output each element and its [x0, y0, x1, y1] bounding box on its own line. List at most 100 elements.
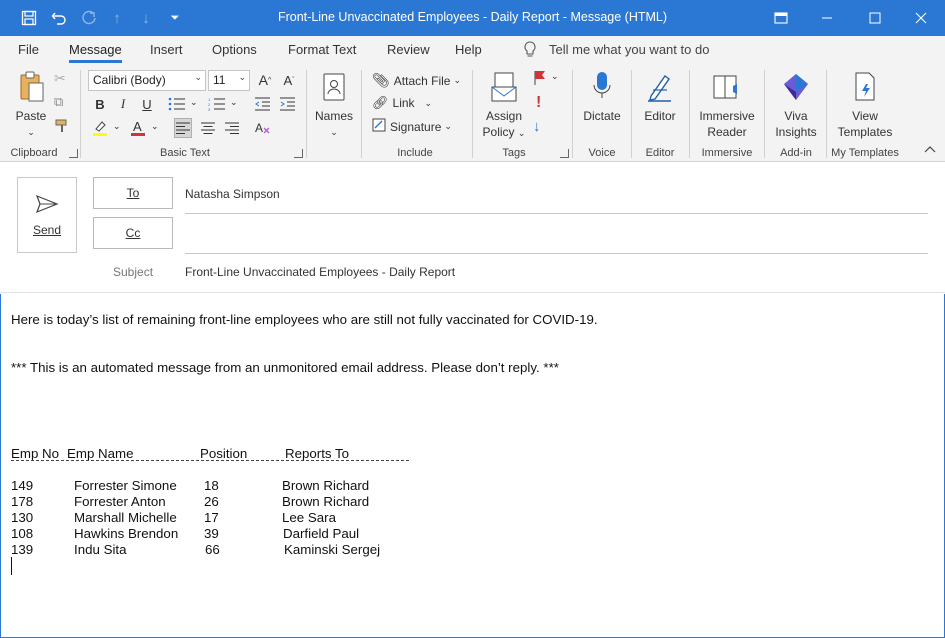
maximize-icon[interactable] — [852, 0, 898, 36]
customize-qat-icon[interactable]: ⏷ — [165, 8, 185, 28]
viva-insights-icon — [779, 68, 813, 106]
arrow-up-icon[interactable]: ↑ — [107, 8, 127, 28]
to-field[interactable]: Natasha Simpson — [185, 187, 280, 201]
italic-icon[interactable]: I — [114, 94, 132, 114]
save-icon[interactable] — [19, 8, 39, 28]
emp-no-cell: 139 — [11, 542, 34, 557]
align-center-icon[interactable] — [199, 118, 217, 138]
subject-field[interactable]: Front-Line Unvaccinated Employees - Dail… — [185, 265, 455, 279]
message-body[interactable]: Here is today’s list of remaining front-… — [0, 294, 945, 638]
svg-text:A: A — [133, 119, 142, 134]
underline-icon[interactable]: U — [138, 94, 156, 114]
minimize-icon[interactable] — [804, 0, 850, 36]
viva-insights-button[interactable]: Viva Insights — [770, 68, 822, 140]
title-bar: ↑ ↓ ⏷ Front-Line Unvaccinated Employees … — [0, 0, 945, 36]
header-emp-no: Emp No — [11, 446, 60, 461]
header-emp-name: Emp Name — [67, 446, 134, 461]
chevron-down-icon[interactable]: ⌄ — [190, 97, 198, 108]
basic-text-launcher-icon[interactable] — [294, 149, 303, 158]
assign-policy-label-line1: Assign — [485, 109, 523, 123]
font-size-combo[interactable]: 11 ⌄ — [208, 70, 250, 91]
text-cursor — [11, 557, 12, 575]
tab-review[interactable]: Review — [387, 42, 430, 57]
clipboard-launcher-icon[interactable] — [69, 149, 78, 158]
tell-me-search[interactable]: Tell me what you want to do — [549, 42, 709, 57]
chevron-down-icon[interactable]: ⌄ — [230, 97, 238, 108]
send-label: Send — [32, 222, 62, 237]
increase-indent-icon[interactable] — [279, 94, 297, 114]
compose-header: Send To Natasha Simpson Cc Subject Front… — [0, 163, 945, 293]
emp-name-cell: Forrester Simone — [74, 478, 177, 493]
emp-name-cell: Marshall Michelle — [74, 510, 177, 525]
link-button[interactable]: 🔗︎ Link ⌄ — [372, 95, 432, 111]
decrease-indent-icon[interactable] — [254, 94, 272, 114]
bullets-icon[interactable] — [168, 94, 186, 114]
high-importance-icon[interactable]: ! — [536, 94, 541, 112]
ribbon-display-options-icon[interactable] — [758, 0, 804, 36]
tab-insert[interactable]: Insert — [150, 42, 183, 57]
cc-field[interactable] — [185, 227, 928, 245]
signature-button[interactable]: Signature ⌄ — [372, 118, 452, 135]
grow-font-icon[interactable]: A ^ — [256, 70, 274, 90]
tags-launcher-icon[interactable] — [560, 149, 569, 158]
intro-text: Here is today’s list of remaining front-… — [11, 312, 598, 327]
assign-policy-button[interactable]: Assign Policy ⌄ — [480, 68, 528, 141]
cc-button[interactable]: Cc — [93, 217, 173, 249]
to-button[interactable]: To — [93, 177, 173, 209]
reports-to-cell: Lee Sara — [282, 510, 336, 525]
editor-button[interactable]: Editor — [638, 68, 682, 124]
header-reports-to: Reports To — [285, 446, 350, 461]
follow-up-flag-icon[interactable] — [533, 70, 547, 86]
svg-text:3: 3 — [208, 107, 211, 111]
cut-icon[interactable]: ✂ — [54, 70, 66, 87]
link-icon: 🔗︎ — [372, 95, 389, 110]
chevron-down-icon[interactable]: ⌄ — [113, 121, 121, 132]
signature-label: Signature — [390, 119, 442, 134]
collapse-ribbon-icon[interactable] — [924, 145, 936, 153]
include-group-label: Include — [397, 147, 433, 159]
tab-file[interactable]: File — [18, 42, 39, 57]
ribbon-separator — [631, 70, 632, 158]
dictate-button[interactable]: Dictate — [580, 68, 624, 124]
copy-icon[interactable]: ⧉ — [54, 94, 63, 110]
clear-formatting-icon[interactable]: A — [254, 118, 272, 138]
bold-icon[interactable]: B — [91, 94, 109, 114]
view-templates-button[interactable]: View Templates — [832, 68, 898, 140]
align-left-icon[interactable] — [174, 118, 192, 138]
undo-icon[interactable] — [49, 8, 69, 28]
close-icon[interactable] — [898, 0, 944, 36]
chevron-down-icon: ⌄ — [453, 75, 462, 85]
tab-options[interactable]: Options — [212, 42, 257, 57]
font-color-icon[interactable]: A — [129, 118, 147, 138]
shrink-font-icon[interactable]: Aˇ — [280, 70, 298, 90]
chevron-down-icon: ⌄ — [238, 72, 246, 82]
svg-text:A: A — [255, 121, 263, 135]
tab-help[interactable]: Help — [455, 42, 482, 57]
window-border — [0, 294, 1, 638]
send-button[interactable]: Send — [17, 177, 77, 253]
tab-message[interactable]: Message — [69, 42, 122, 57]
format-painter-icon[interactable] — [54, 118, 70, 134]
low-importance-icon[interactable]: ↓ — [533, 118, 541, 135]
redo-icon[interactable] — [79, 8, 99, 28]
tab-format-text[interactable]: Format Text — [288, 42, 356, 57]
templates-icon — [848, 68, 882, 106]
addin-group-label: Add-in — [780, 147, 812, 159]
chevron-down-icon[interactable]: ⌄ — [551, 71, 559, 82]
assign-policy-label-line2: Policy — [482, 125, 515, 139]
chevron-down-icon: ⌄ — [444, 121, 452, 131]
attach-file-label: Attach File — [393, 73, 451, 88]
font-name-value: Calibri (Body) — [93, 73, 166, 87]
font-name-combo[interactable]: Calibri (Body) ⌄ — [88, 70, 206, 91]
highlight-icon[interactable] — [91, 118, 109, 138]
numbering-icon[interactable]: 123 — [208, 94, 226, 114]
arrow-down-icon[interactable]: ↓ — [136, 8, 156, 28]
font-size-value: 11 — [213, 73, 226, 87]
immersive-reader-button[interactable]: Immersive Reader — [695, 68, 759, 140]
attach-file-button[interactable]: 📎︎ Attach File ⌄ — [372, 72, 461, 89]
paperclip-icon: 📎︎ — [372, 72, 390, 88]
chevron-down-icon[interactable]: ⌄ — [151, 121, 159, 132]
align-right-icon[interactable] — [223, 118, 241, 138]
paste-button[interactable]: Paste ⌄ — [12, 68, 50, 140]
names-button[interactable]: Names ⌄ — [313, 68, 355, 140]
